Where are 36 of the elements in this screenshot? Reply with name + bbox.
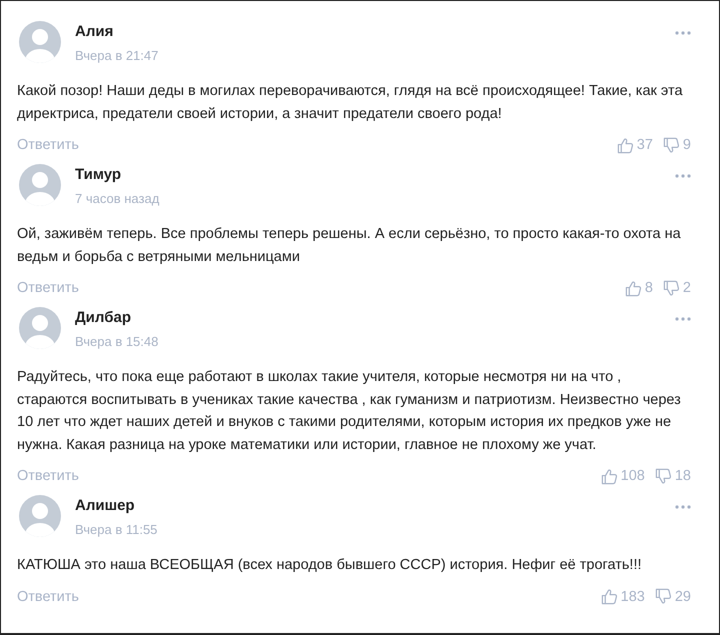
comment-text: Радуйтесь, что пока еще работают в школах такие учителя, которые несмотря ни на что , стараются воспитывать в учениках такие качества , как гуманизм и патриотизм. Неизвестно через 10 лет что ждет наших детей и внуков с такими родителями, которым история их предков уже не нужна. Какая разница на уроке математики или истории, главное не плохому же учат. xyxy=(17,368,682,454)
comment-time: Вчера в 11:55 xyxy=(75,521,158,539)
dislike-count: 29 xyxy=(674,588,691,604)
thumbs-down-icon[interactable] xyxy=(662,280,680,296)
thumbs-down-icon[interactable] xyxy=(662,136,680,154)
thumbs-up-icon[interactable] xyxy=(616,136,634,154)
author-name[interactable]: Дилбар xyxy=(75,308,675,328)
thumbs-down-icon[interactable] xyxy=(654,588,672,605)
avatar-icon xyxy=(19,21,61,63)
thumbs-up-icon[interactable] xyxy=(600,588,618,605)
more-icon[interactable] xyxy=(675,174,691,178)
like-count: 108 xyxy=(620,468,645,484)
thumbs-down-icon[interactable] xyxy=(654,468,672,484)
comment-text: Какой позор! Наши деды в могилах переворачиваются, глядя на всё происходящее! Такие, как эта директриса, предатели своей истории, а значит предатели своего рода! xyxy=(17,82,684,124)
author-name[interactable]: Алишер xyxy=(75,496,675,516)
more-icon[interactable] xyxy=(675,317,691,321)
comment-text: КАТЮША это наша ВСЕОБЩАЯ (всех народов бывшего СССР) история. Нефиг её трогать!!! xyxy=(17,556,643,575)
dislike-count: 9 xyxy=(682,137,691,153)
dislike-count: 18 xyxy=(674,468,691,484)
thumbs-up-icon[interactable] xyxy=(624,280,642,296)
avatar-icon xyxy=(19,164,61,206)
like-count: 183 xyxy=(620,588,645,604)
more-icon[interactable] xyxy=(675,31,691,35)
comment-time: 7 часов назад xyxy=(75,190,160,208)
author-name[interactable]: Тимур xyxy=(75,165,675,185)
thumbs-up-icon[interactable] xyxy=(600,468,618,484)
like-count: 8 xyxy=(644,280,653,296)
dislike-count: 2 xyxy=(682,280,691,296)
author-name[interactable]: Алия xyxy=(75,22,675,42)
comment-time: Вчера в 21:47 xyxy=(75,47,160,65)
avatar-icon xyxy=(19,495,61,537)
like-count: 37 xyxy=(636,137,653,153)
more-icon[interactable] xyxy=(675,505,691,509)
comment-text: Ой, заживём теперь. Все проблемы теперь решены. А если серьёзно, то просто какая-то охота на ведьм и борьба с ветряными мельницами xyxy=(17,225,682,266)
avatar-icon xyxy=(19,307,61,349)
comment-time: Вчера в 15:48 xyxy=(75,333,160,351)
